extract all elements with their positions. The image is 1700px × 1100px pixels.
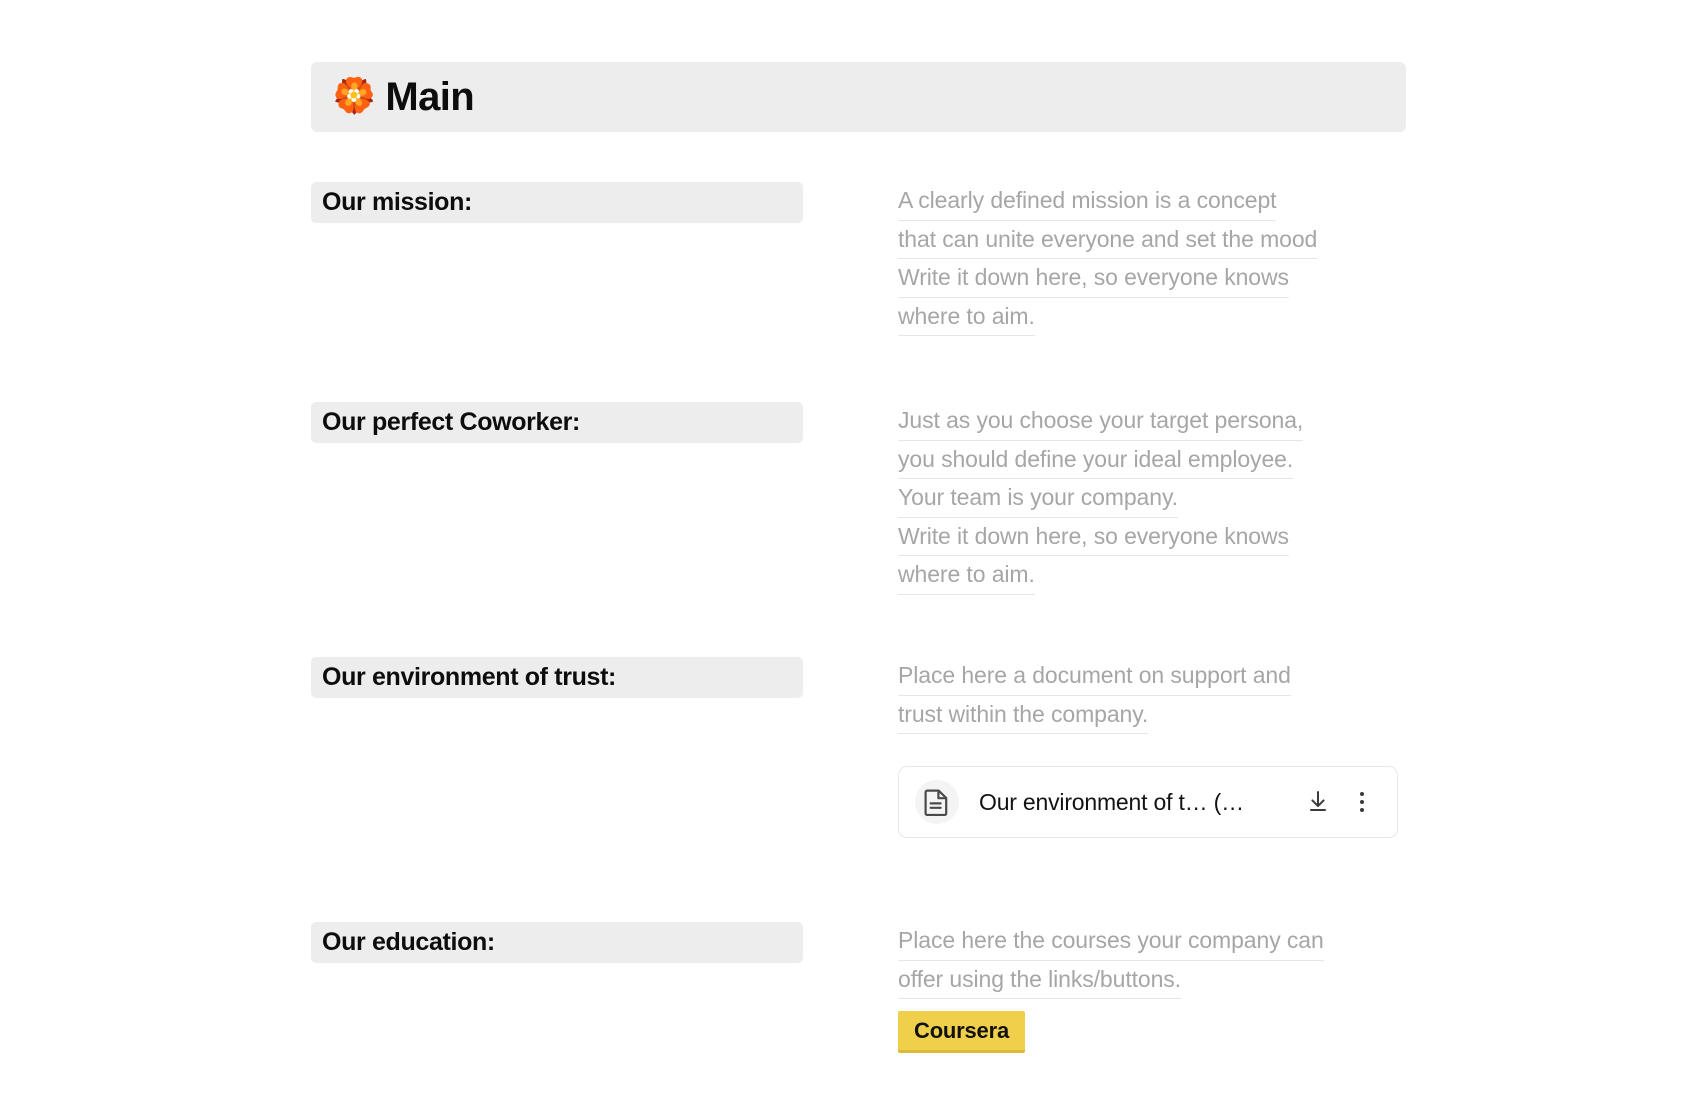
- document-page: 🏵️ Main Our mission: A clearly defined m…: [0, 0, 1700, 1100]
- section-body-mission: A clearly defined mission is a concept t…: [803, 182, 1406, 336]
- hint-line: Place here the courses your company can: [898, 922, 1324, 961]
- hint-line: Just as you choose your target persona,: [898, 402, 1303, 441]
- section-label-trust: Our environment of trust:: [311, 657, 803, 698]
- three-dots: [1360, 792, 1364, 812]
- file-name-label: Our environment of t… (…: [979, 788, 1244, 815]
- hint-line: Write it down here, so everyone knows: [898, 259, 1289, 298]
- section-label-column: Our mission:: [311, 182, 803, 223]
- hint-line: A clearly defined mission is a concept: [898, 182, 1277, 221]
- section-body-coworker: Just as you choose your target persona, …: [803, 402, 1406, 595]
- hint-line: trust within the company.: [898, 696, 1148, 734]
- hint-line: Write it down here, so everyone knows: [898, 518, 1289, 556]
- section-education: Our education: Place here the courses yo…: [311, 922, 1406, 1053]
- hint-line: offer using the links/buttons.: [898, 961, 1181, 999]
- section-mission: Our mission: A clearly defined mission i…: [311, 182, 1406, 336]
- page-title: Main: [385, 74, 475, 119]
- section-label-column: Our education:: [311, 922, 803, 963]
- coursera-link-button[interactable]: Coursera: [898, 1011, 1025, 1053]
- section-label-mission: Our mission:: [311, 182, 803, 223]
- hint-line: Place here a document on support and: [898, 657, 1291, 696]
- file-attachment-card[interactable]: Our environment of t… (…: [898, 766, 1398, 838]
- hint-line: that can unite everyone and set the mood: [898, 221, 1317, 259]
- hint-text-education[interactable]: Place here the courses your company can …: [898, 922, 1398, 999]
- hint-line: where to aim.: [898, 556, 1035, 595]
- hint-text-coworker[interactable]: Just as you choose your target persona, …: [898, 402, 1398, 595]
- dot: [1360, 800, 1364, 804]
- hint-line: you should define your ideal employee.: [898, 441, 1293, 479]
- section-trust: Our environment of trust: Place here a d…: [311, 657, 1406, 838]
- rosette-emoji: 🏵️: [333, 77, 376, 115]
- hint-text-mission[interactable]: A clearly defined mission is a concept t…: [898, 182, 1398, 336]
- hint-line: Your team is your company.: [898, 479, 1178, 518]
- section-label-column: Our perfect Coworker:: [311, 402, 803, 443]
- section-label-education: Our education:: [311, 922, 803, 963]
- dot: [1360, 808, 1364, 812]
- section-label-coworker: Our perfect Coworker:: [311, 402, 803, 443]
- more-options-icon[interactable]: [1345, 785, 1379, 819]
- section-body-education: Place here the courses your company can …: [803, 922, 1406, 1053]
- section-coworker: Our perfect Coworker: Just as you choose…: [311, 402, 1406, 595]
- page-header: 🏵️ Main: [311, 62, 1406, 132]
- section-label-column: Our environment of trust:: [311, 657, 803, 698]
- section-body-trust: Place here a document on support and tru…: [803, 657, 1406, 838]
- hint-line: where to aim.: [898, 298, 1035, 336]
- dot: [1360, 792, 1364, 796]
- document-icon: [915, 780, 959, 824]
- hint-text-trust[interactable]: Place here a document on support and tru…: [898, 657, 1398, 734]
- download-icon[interactable]: [1301, 785, 1335, 819]
